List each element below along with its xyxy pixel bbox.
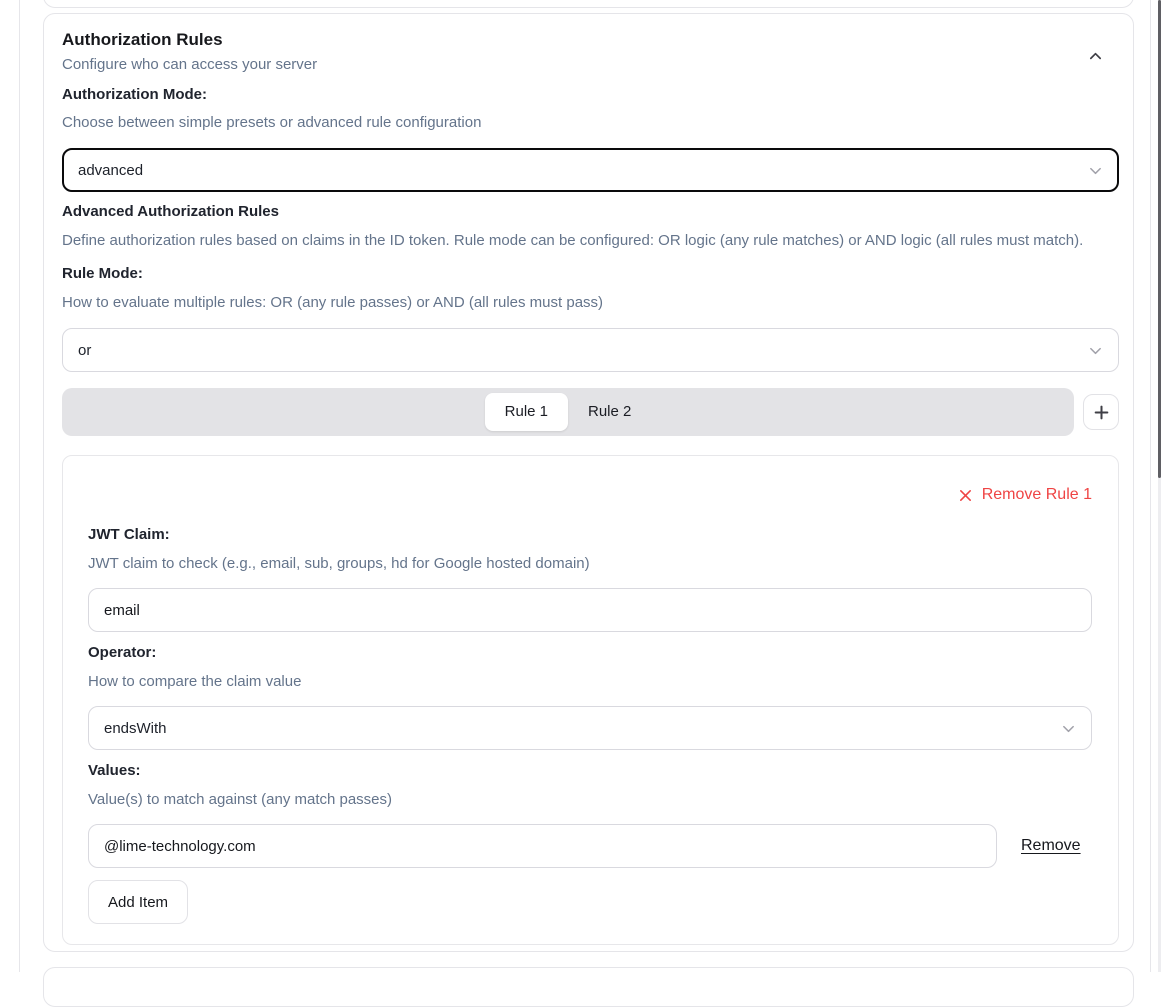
authorization-mode-selected-value: advanced — [78, 162, 143, 179]
values-description: Value(s) to match against (any match pas… — [88, 789, 1092, 811]
chevron-down-icon — [1088, 343, 1103, 358]
value-input[interactable] — [88, 824, 997, 868]
authorization-mode-label: Authorization Mode: — [62, 84, 1119, 106]
tab-rule-1[interactable]: Rule 1 — [485, 393, 568, 431]
previous-section-card-edge — [43, 0, 1134, 8]
rule-tabs-row: Rule 1 Rule 2 — [62, 388, 1119, 436]
chevron-down-icon — [1061, 721, 1076, 736]
page-edge-right — [1150, 0, 1151, 972]
jwt-claim-label: JWT Claim: — [88, 524, 1092, 546]
authorization-mode-select[interactable]: advanced — [62, 148, 1119, 192]
authorization-mode-description: Choose between simple presets or advance… — [62, 112, 1119, 134]
next-section-card-edge — [43, 967, 1134, 1007]
authorization-rules-card: Authorization Rules Configure who can ac… — [43, 13, 1134, 952]
add-rule-button[interactable] — [1083, 394, 1119, 430]
rule-mode-description: How to evaluate multiple rules: OR (any … — [62, 292, 1119, 314]
operator-select[interactable]: endsWith — [88, 706, 1092, 750]
advanced-rules-description: Define authorization rules based on clai… — [62, 230, 1119, 252]
add-item-button[interactable]: Add Item — [88, 880, 188, 924]
remove-value-link[interactable]: Remove — [1021, 837, 1081, 855]
rule-tabs-bar: Rule 1 Rule 2 — [62, 388, 1074, 436]
jwt-claim-input[interactable] — [88, 588, 1092, 632]
page-edge-left — [19, 0, 20, 972]
value-item-row: Remove — [88, 824, 1092, 868]
operator-label: Operator: — [88, 642, 1092, 664]
tab-rule-2[interactable]: Rule 2 — [568, 393, 651, 431]
chevron-down-icon — [1088, 163, 1103, 178]
remove-rule-label: Remove Rule 1 — [982, 484, 1092, 506]
operator-selected-value: endsWith — [104, 720, 167, 737]
remove-rule-button[interactable]: Remove Rule 1 — [958, 484, 1092, 506]
rule-mode-select[interactable]: or — [62, 328, 1119, 372]
card-title: Authorization Rules — [62, 28, 317, 52]
values-label: Values: — [88, 760, 1092, 782]
rule-mode-label: Rule Mode: — [62, 263, 1119, 285]
card-subtitle: Configure who can access your server — [62, 54, 317, 76]
chevron-up-icon — [1088, 49, 1103, 64]
rule-editor-panel: Remove Rule 1 JWT Claim: JWT claim to ch… — [62, 455, 1119, 945]
plus-icon — [1093, 404, 1110, 421]
jwt-claim-description: JWT claim to check (e.g., email, sub, gr… — [88, 553, 1092, 575]
operator-description: How to compare the claim value — [88, 671, 1092, 693]
collapse-section-button[interactable] — [1081, 42, 1109, 70]
card-header: Authorization Rules Configure who can ac… — [62, 28, 1119, 76]
advanced-rules-heading: Advanced Authorization Rules — [62, 201, 1119, 223]
x-icon — [958, 488, 973, 503]
rule-mode-selected-value: or — [78, 342, 91, 359]
scrollbar-thumb[interactable] — [1158, 0, 1161, 478]
